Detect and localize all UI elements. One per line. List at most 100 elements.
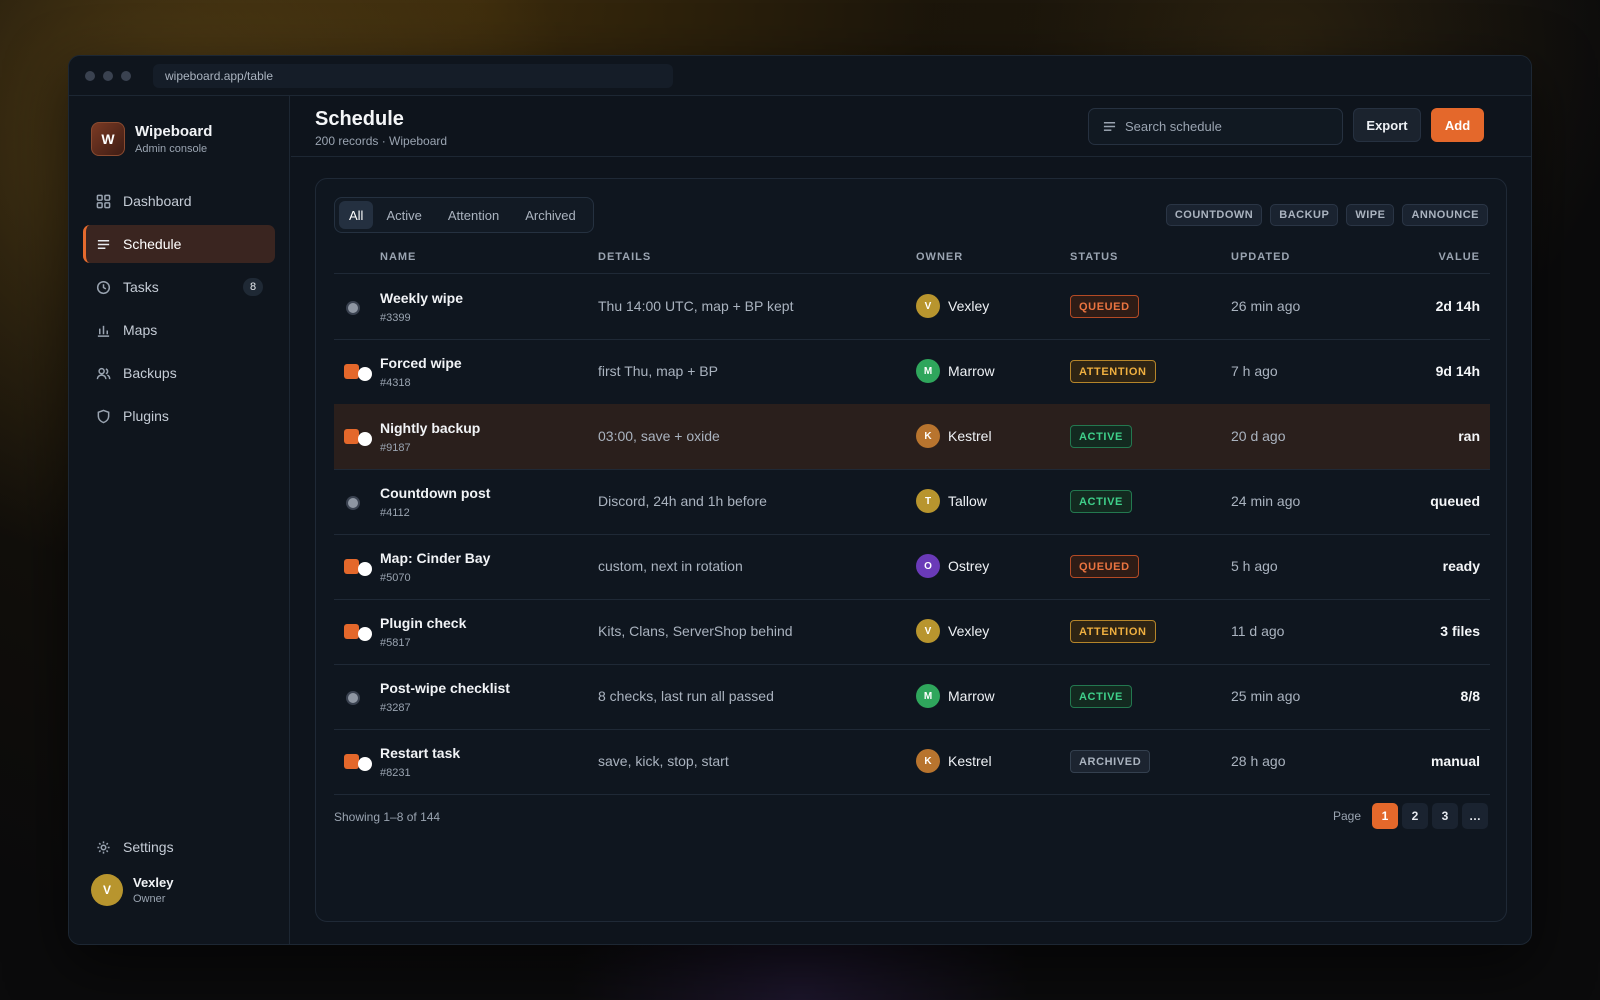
sidebar-item-label: Settings	[123, 839, 174, 855]
sidebar-item-tasks[interactable]: Tasks 8	[83, 268, 275, 306]
row-name[interactable]: Map: Cinder Bay	[380, 550, 490, 566]
window-maximize-dot[interactable]	[121, 70, 131, 81]
brand-logo: W	[91, 122, 125, 156]
row-name[interactable]: Forced wipe	[380, 355, 462, 371]
radio-selected-icon	[358, 432, 372, 446]
row-updated: 25 min ago	[1231, 688, 1301, 704]
column-header-owner[interactable]: OWNER	[916, 251, 963, 263]
page-button-2[interactable]: 2	[1402, 803, 1428, 829]
row-updated: 7 h ago	[1231, 363, 1278, 379]
owner-avatar: V	[916, 619, 940, 643]
radio-selected-icon	[358, 367, 372, 381]
tab-attention[interactable]: Attention	[435, 201, 512, 229]
row-select-control[interactable]	[344, 559, 372, 577]
checkbox-icon	[344, 559, 359, 574]
row-updated: 26 min ago	[1231, 298, 1301, 314]
row-value: ran	[1458, 428, 1480, 444]
page-button-3[interactable]: 3	[1432, 803, 1458, 829]
column-header-status[interactable]: STATUS	[1070, 251, 1118, 263]
row-name[interactable]: Nightly backup	[380, 420, 480, 436]
tab-all[interactable]: All	[339, 201, 374, 229]
row-select-control[interactable]	[344, 754, 372, 772]
table-row[interactable]: Post-wipe checklist #3287 8 checks, last…	[334, 664, 1490, 730]
table-row[interactable]: Weekly wipe #3399 Thu 14:00 UTC, map + B…	[334, 274, 1490, 340]
column-header-details[interactable]: DETAILS	[598, 251, 651, 263]
search-input[interactable]: Search schedule	[1088, 108, 1343, 145]
table-header: NAME DETAILS OWNER STATUS UPDATED VALUE	[334, 241, 1490, 274]
row-details: 8 checks, last run all passed	[598, 688, 774, 704]
pagination: Page 1 2 3 …	[1333, 803, 1488, 829]
owner-avatar: K	[916, 424, 940, 448]
row-name[interactable]: Restart task	[380, 745, 460, 761]
table-row[interactable]: Countdown post #4112 Discord, 24h and 1h…	[334, 469, 1490, 535]
column-header-updated[interactable]: UPDATED	[1231, 251, 1290, 263]
shield-icon	[95, 408, 111, 424]
clock-icon	[95, 279, 111, 295]
row-details: 03:00, save + oxide	[598, 428, 720, 444]
sidebar-item-plugins[interactable]: Plugins	[83, 397, 275, 435]
filter-lines-icon	[1103, 122, 1116, 131]
grid-icon	[95, 193, 111, 209]
add-button[interactable]: Add	[1431, 108, 1484, 142]
chip-announce[interactable]: ANNOUNCE	[1402, 204, 1488, 226]
status-badge: QUEUED	[1070, 295, 1139, 318]
row-name[interactable]: Countdown post	[380, 485, 490, 501]
row-owner: K Kestrel	[916, 749, 992, 773]
title-bar: wipeboard.app/table	[69, 56, 1531, 96]
table-row[interactable]: Restart task #8231 save, kick, stop, sta…	[334, 729, 1490, 795]
row-updated: 24 min ago	[1231, 493, 1301, 509]
table-row[interactable]: Map: Cinder Bay #5070 custom, next in ro…	[334, 534, 1490, 600]
page-button-more[interactable]: …	[1462, 803, 1488, 829]
tab-archived[interactable]: Archived	[512, 201, 589, 229]
chip-wipe[interactable]: WIPE	[1346, 204, 1395, 226]
sidebar-item-maps[interactable]: Maps	[83, 311, 275, 349]
row-value: 2d 14h	[1435, 298, 1480, 314]
row-details: save, kick, stop, start	[598, 753, 729, 769]
page-subtitle: 200 records · Wipeboard	[315, 134, 448, 148]
chip-countdown[interactable]: COUNTDOWN	[1165, 204, 1263, 226]
row-id: #3287	[380, 702, 411, 714]
row-owner: M Marrow	[916, 359, 995, 383]
page-label: Page	[1332, 809, 1361, 823]
page-button-1[interactable]: 1	[1372, 803, 1398, 829]
radio-selected-icon	[358, 627, 372, 641]
row-details: first Thu, map + BP	[598, 363, 718, 379]
tab-active[interactable]: Active	[373, 201, 434, 229]
row-value: 3 files	[1440, 623, 1480, 639]
window-minimize-dot[interactable]	[103, 70, 113, 81]
export-button[interactable]: Export	[1353, 108, 1421, 142]
row-details: Discord, 24h and 1h before	[598, 493, 767, 509]
page-title: Schedule	[315, 108, 404, 130]
chip-backup[interactable]: BACKUP	[1270, 204, 1339, 226]
sidebar-item-dashboard[interactable]: Dashboard	[83, 182, 275, 220]
table-row[interactable]: Plugin check #5817 Kits, Clans, ServerSh…	[334, 599, 1490, 665]
row-name[interactable]: Weekly wipe	[380, 290, 463, 306]
window-close-dot[interactable]	[85, 70, 95, 81]
sidebar-item-backups[interactable]: Backups	[83, 354, 275, 392]
owner-avatar: M	[916, 359, 940, 383]
row-name[interactable]: Plugin check	[380, 615, 466, 631]
sidebar-item-settings[interactable]: Settings	[83, 828, 276, 866]
table-row[interactable]: Nightly backup #9187 03:00, save + oxide…	[334, 404, 1490, 470]
sidebar-item-schedule[interactable]: Schedule	[83, 225, 275, 263]
row-updated: 20 d ago	[1231, 428, 1286, 444]
sidebar-item-label: Maps	[123, 322, 158, 338]
row-name[interactable]: Post-wipe checklist	[380, 680, 510, 696]
column-header-value[interactable]: VALUE	[1439, 251, 1480, 263]
row-select-control[interactable]	[344, 364, 372, 382]
owner-avatar: T	[916, 489, 940, 513]
row-select-control[interactable]	[344, 689, 372, 707]
row-select-control[interactable]	[344, 494, 372, 512]
row-select-control[interactable]	[344, 624, 372, 642]
row-owner: K Kestrel	[916, 424, 992, 448]
url-bar[interactable]: wipeboard.app/table	[153, 63, 673, 88]
row-select-control[interactable]	[344, 299, 372, 317]
column-header-name[interactable]: NAME	[380, 251, 416, 263]
user-profile[interactable]: V Vexley Owner	[91, 874, 174, 906]
row-id: #5817	[380, 637, 411, 649]
status-badge: ACTIVE	[1070, 425, 1132, 448]
row-owner: T Tallow	[916, 489, 987, 513]
row-select-control[interactable]	[344, 429, 372, 447]
table-row[interactable]: Forced wipe #4318 first Thu, map + BP M …	[334, 339, 1490, 405]
main-content: Schedule 200 records · Wipeboard Search …	[291, 96, 1531, 944]
